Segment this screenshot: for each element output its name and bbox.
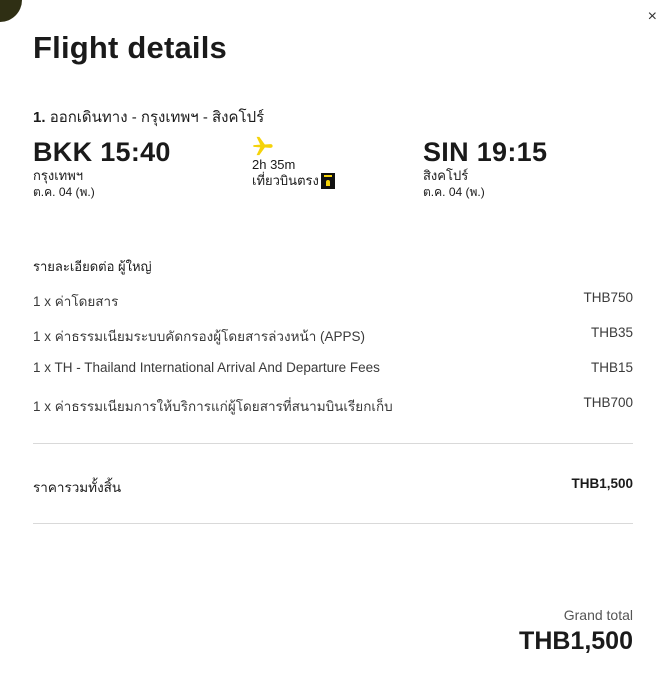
arrival-info: SIN 19:15 สิงคโปร์ ต.ค. 04 (พ.) xyxy=(423,137,547,200)
divider xyxy=(33,443,633,444)
page-title: Flight details xyxy=(33,30,227,65)
flight-duration: 2h 35m xyxy=(252,157,296,172)
route-index: 1. xyxy=(33,109,46,126)
departure-code-time: BKK 15:40 xyxy=(33,137,171,167)
fee-row: 1 x ค่าธรรมเนียมการให้บริการแก่ผู้โดยสาร… xyxy=(33,395,633,417)
flight-type-row: เที่ยวบินตรง xyxy=(252,172,335,190)
grand-total-label: Grand total xyxy=(563,607,633,623)
fee-row: 1 x ค่าโดยสาร THB750 xyxy=(33,290,633,312)
total-value: THB1,500 xyxy=(571,476,633,491)
divider xyxy=(33,523,633,524)
route-text: ออกเดินทาง - กรุงเทพฯ - สิงคโปร์ xyxy=(49,109,265,126)
fee-value: THB700 xyxy=(583,395,633,410)
fee-label: 1 x ค่าโดยสาร xyxy=(33,294,119,309)
fee-label: 1 x ค่าธรรมเนียมการให้บริการแก่ผู้โดยสาร… xyxy=(33,399,393,414)
plane-icon xyxy=(252,136,273,156)
breakdown-title: รายละเอียดต่อ ผู้ใหญ่ xyxy=(33,259,152,274)
fee-label: 1 x ค่าธรรมเนียมระบบคัดกรองผู้โดยสารล่วง… xyxy=(33,329,366,344)
total-row: ราคารวมทั้งสิ้น THB1,500 xyxy=(33,476,633,498)
total-label: ราคารวมทั้งสิ้น xyxy=(33,480,122,495)
seat-badge-icon xyxy=(320,172,335,189)
arrival-date: ต.ค. 04 (พ.) xyxy=(423,185,485,199)
fee-value: THB35 xyxy=(590,325,633,340)
close-icon[interactable]: × xyxy=(648,8,657,26)
fee-value: THB750 xyxy=(583,290,633,305)
arrival-city: สิงคโปร์ xyxy=(423,168,469,183)
fee-label: 1 x TH - Thailand International Arrival … xyxy=(33,360,380,375)
fee-row: 1 x TH - Thailand International Arrival … xyxy=(33,360,633,375)
arrival-code-time: SIN 19:15 xyxy=(423,137,548,167)
fee-value: THB15 xyxy=(590,360,633,375)
departure-info: BKK 15:40 กรุงเทพฯ ต.ค. 04 (พ.) xyxy=(33,137,171,200)
flight-duration-info: 2h 35m เที่ยวบินตรง xyxy=(252,135,335,190)
fee-row: 1 x ค่าธรรมเนียมระบบคัดกรองผู้โดยสารล่วง… xyxy=(33,325,633,347)
corner-decoration xyxy=(0,0,22,22)
route-heading: 1. ออกเดินทาง - กรุงเทพฯ - สิงคโปร์ xyxy=(33,105,264,129)
grand-total-value: THB1,500 xyxy=(519,627,633,655)
departure-city: กรุงเทพฯ xyxy=(33,168,84,183)
flight-type: เที่ยวบินตรง xyxy=(252,173,319,188)
departure-date: ต.ค. 04 (พ.) xyxy=(33,185,95,199)
